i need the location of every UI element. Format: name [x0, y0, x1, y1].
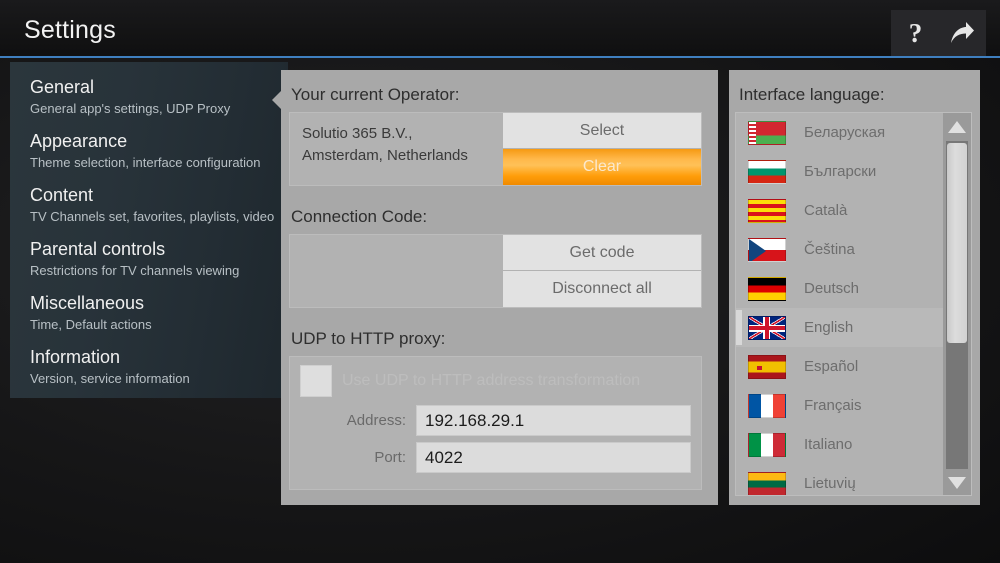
sidebar-item-title: General	[30, 77, 95, 97]
operator-info: Solutio 365 B.V., Amsterdam, Netherlands	[290, 113, 503, 185]
flag-italy-icon	[748, 432, 786, 457]
flag-catalonia-icon	[748, 198, 786, 223]
sidebar-item-parental-controls[interactable]: Parental controls Restrictions for TV ch…	[30, 238, 288, 280]
settings-sidebar: General General app's settings, UDP Prox…	[10, 62, 288, 398]
scroll-up-arrow-icon[interactable]	[945, 114, 969, 140]
select-operator-button[interactable]: Select	[503, 113, 701, 149]
language-name: Lietuvių	[804, 475, 856, 492]
connection-code-info	[290, 235, 503, 307]
get-code-button[interactable]: Get code	[503, 235, 701, 271]
flag-germany-icon	[748, 276, 786, 301]
sidebar-item-subtitle: Version, service information	[30, 371, 190, 386]
scrollbar-track[interactable]	[946, 141, 968, 469]
sidebar-item-title: Appearance	[30, 131, 128, 151]
udp-proxy-section-label: UDP to HTTP proxy:	[291, 329, 446, 348]
language-name: English	[804, 319, 854, 336]
general-settings-panel: Your current Operator: Solutio 365 B.V.,…	[272, 70, 718, 505]
language-name: Беларуская	[804, 124, 886, 141]
sidebar-item-subtitle: Time, Default actions	[30, 317, 152, 332]
language-row[interactable]: Deutsch	[736, 269, 944, 308]
language-scrollbar[interactable]	[943, 113, 971, 495]
udp-transform-label: Use UDP to HTTP address transformation	[342, 372, 641, 389]
port-input[interactable]: 4022	[416, 442, 691, 473]
language-name: Italiano	[804, 436, 853, 453]
port-label: Port:	[374, 449, 406, 466]
header-accent-line	[0, 56, 1000, 58]
flag-belarus-icon	[748, 120, 786, 145]
scrollbar-thumb[interactable]	[947, 143, 967, 343]
page-title: Settings	[24, 16, 116, 44]
language-name: Български	[804, 163, 877, 180]
address-row: Address: 192.168.29.1	[300, 405, 691, 436]
flag-spain-icon	[748, 354, 786, 379]
flag-bulgaria-icon	[748, 159, 786, 184]
port-row: Port: 4022	[300, 442, 691, 473]
app-header: Settings ?	[0, 0, 1000, 58]
flag-czechia-icon	[748, 237, 786, 262]
sidebar-item-subtitle: Theme selection, interface configuration	[30, 155, 261, 170]
operator-section-label: Your current Operator:	[291, 85, 460, 104]
sidebar-item-appearance[interactable]: Appearance Theme selection, interface co…	[30, 130, 288, 172]
connection-code-group: Get code Disconnect all	[289, 234, 702, 308]
language-name: Català	[804, 202, 848, 219]
udp-transform-checkbox-row[interactable]: Use UDP to HTTP address transformation	[300, 365, 691, 397]
address-label: Address:	[346, 412, 406, 429]
flag-france-icon	[748, 393, 786, 418]
language-row[interactable]: Français	[736, 386, 944, 425]
language-name: Čeština	[804, 241, 855, 258]
language-row[interactable]: Català	[736, 191, 944, 230]
question-mark-icon[interactable]: ?	[900, 17, 932, 49]
sidebar-item-title: Parental controls	[30, 239, 166, 259]
language-row[interactable]: Български	[736, 152, 944, 191]
flag-lithuania-icon	[748, 471, 786, 495]
language-list: Беларуская Български Català Čeština Deutsch E…	[736, 113, 944, 495]
sidebar-item-title: Information	[30, 347, 121, 367]
sidebar-item-general[interactable]: General General app's settings, UDP Prox…	[30, 76, 288, 118]
disconnect-all-button[interactable]: Disconnect all	[503, 271, 701, 307]
language-row[interactable]: Čeština	[736, 230, 944, 269]
clear-operator-button[interactable]: Clear	[503, 149, 701, 185]
language-name: Français	[804, 397, 862, 414]
sidebar-item-information[interactable]: Information Version, service information	[30, 346, 288, 388]
language-row[interactable]: Lietuvių	[736, 464, 944, 495]
sidebar-item-content[interactable]: Content TV Channels set, favorites, play…	[30, 184, 288, 226]
interface-language-label: Interface language:	[739, 85, 885, 104]
address-input[interactable]: 192.168.29.1	[416, 405, 691, 436]
language-row[interactable]: Italiano	[736, 425, 944, 464]
operator-name: Solutio 365 B.V.,	[302, 125, 413, 142]
language-name: Español	[804, 358, 859, 375]
sidebar-item-subtitle: General app's settings, UDP Proxy	[30, 101, 231, 116]
udp-proxy-group: Use UDP to HTTP address transformation A…	[289, 356, 702, 490]
sidebar-item-title: Content	[30, 185, 94, 205]
operator-group: Solutio 365 B.V., Amsterdam, Netherlands…	[289, 112, 702, 186]
language-name: Deutsch	[804, 280, 860, 297]
language-row[interactable]: Español	[736, 347, 944, 386]
selection-indicator	[736, 310, 742, 345]
connection-code-buttons: Get code Disconnect all	[503, 235, 701, 307]
forward-arrow-icon[interactable]	[946, 17, 978, 49]
settings-screen: Settings ? General General app's setting…	[0, 0, 1000, 563]
connection-code-section-label: Connection Code:	[291, 207, 428, 226]
language-list-box: Беларуская Български Català Čeština Deutsch E…	[735, 112, 972, 496]
operator-buttons: Select Clear	[503, 113, 701, 185]
checkbox-icon[interactable]	[300, 365, 332, 397]
sidebar-item-title: Miscellaneous	[30, 293, 145, 313]
sidebar-item-miscellaneous[interactable]: Miscellaneous Time, Default actions	[30, 292, 288, 334]
language-row[interactable]: Беларуская	[736, 113, 944, 152]
sidebar-item-subtitle: TV Channels set, favorites, playlists, v…	[30, 209, 275, 224]
panel-pointer-icon	[272, 90, 282, 110]
operator-location: Amsterdam, Netherlands	[302, 147, 468, 164]
language-row[interactable]: English	[736, 308, 944, 347]
scroll-down-arrow-icon[interactable]	[945, 470, 969, 495]
interface-language-panel: Interface language: Беларуская Български C…	[729, 70, 980, 505]
header-actions: ?	[891, 10, 986, 56]
sidebar-item-subtitle: Restrictions for TV channels viewing	[30, 263, 240, 278]
flag-uk-icon	[748, 315, 786, 340]
